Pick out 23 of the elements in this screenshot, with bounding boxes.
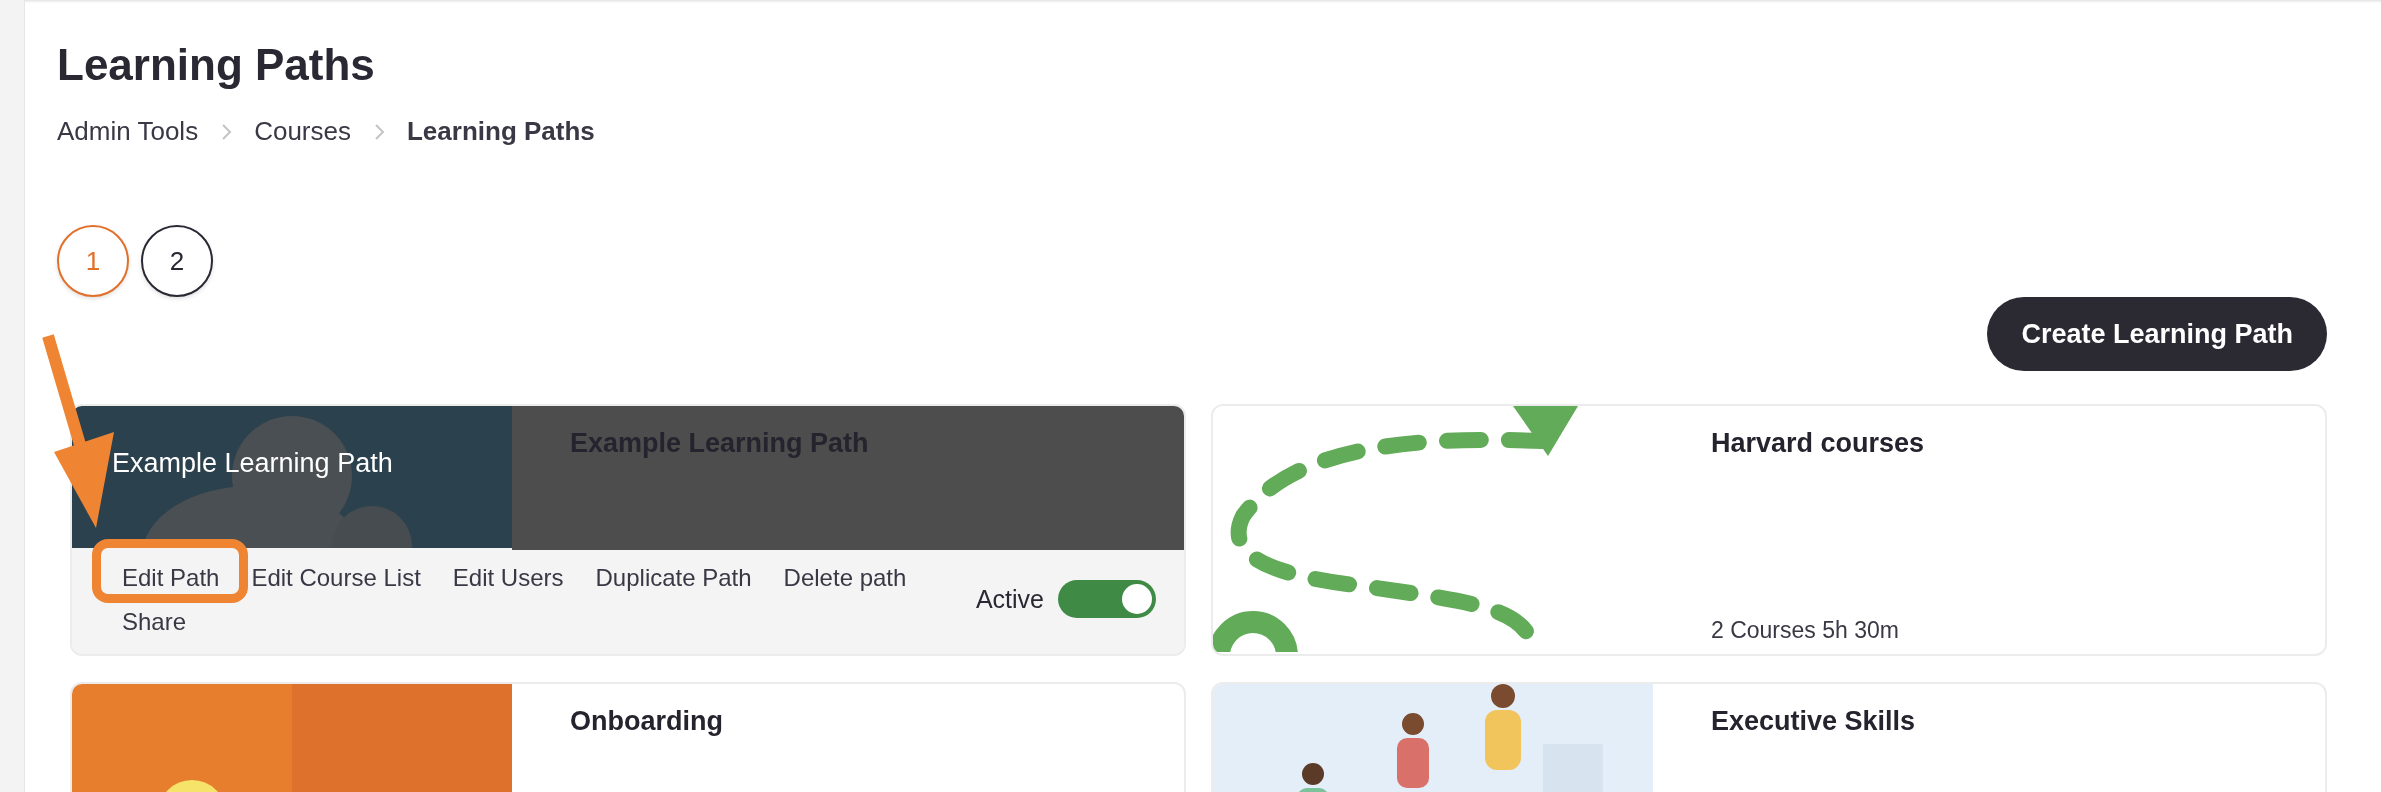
toggle-label: Active [975,584,1044,614]
action-link[interactable]: Share [122,608,187,636]
course-count: 2 Courses 5h 30m [1711,617,1900,644]
card-title: Harvard courses [1711,428,1926,459]
active-switch[interactable] [1058,580,1156,618]
action-link[interactable]: Duplicate Path [595,564,752,592]
breadcrumb-link[interactable]: Admin Tools [57,116,199,147]
chevron-right-icon [373,122,385,141]
page-button[interactable]: 2 [141,225,213,297]
action-link[interactable]: Edit Users [452,564,564,592]
card-title: Onboarding [570,706,724,737]
learning-path-card[interactable]: Executive Skills [1211,682,2327,792]
action-link[interactable]: Edit Path [122,564,220,592]
create-button[interactable]: Create Learning Path [1987,297,2327,371]
breadcrumb-link[interactable]: Courses [254,116,351,147]
card-title: Executive Skills [1711,706,1917,737]
action-link[interactable]: Edit Course List [251,564,421,592]
image-caption: Example Learning Path [112,448,393,479]
chevron-right-icon [220,122,233,141]
learning-path-card[interactable]: Harvard courses 2 Courses 5h 30m [1211,404,2327,656]
page-title: Learning Paths [57,40,376,90]
learning-path-card[interactable]: Onboarding [70,682,1186,792]
action-link[interactable]: Delete path [783,564,907,592]
